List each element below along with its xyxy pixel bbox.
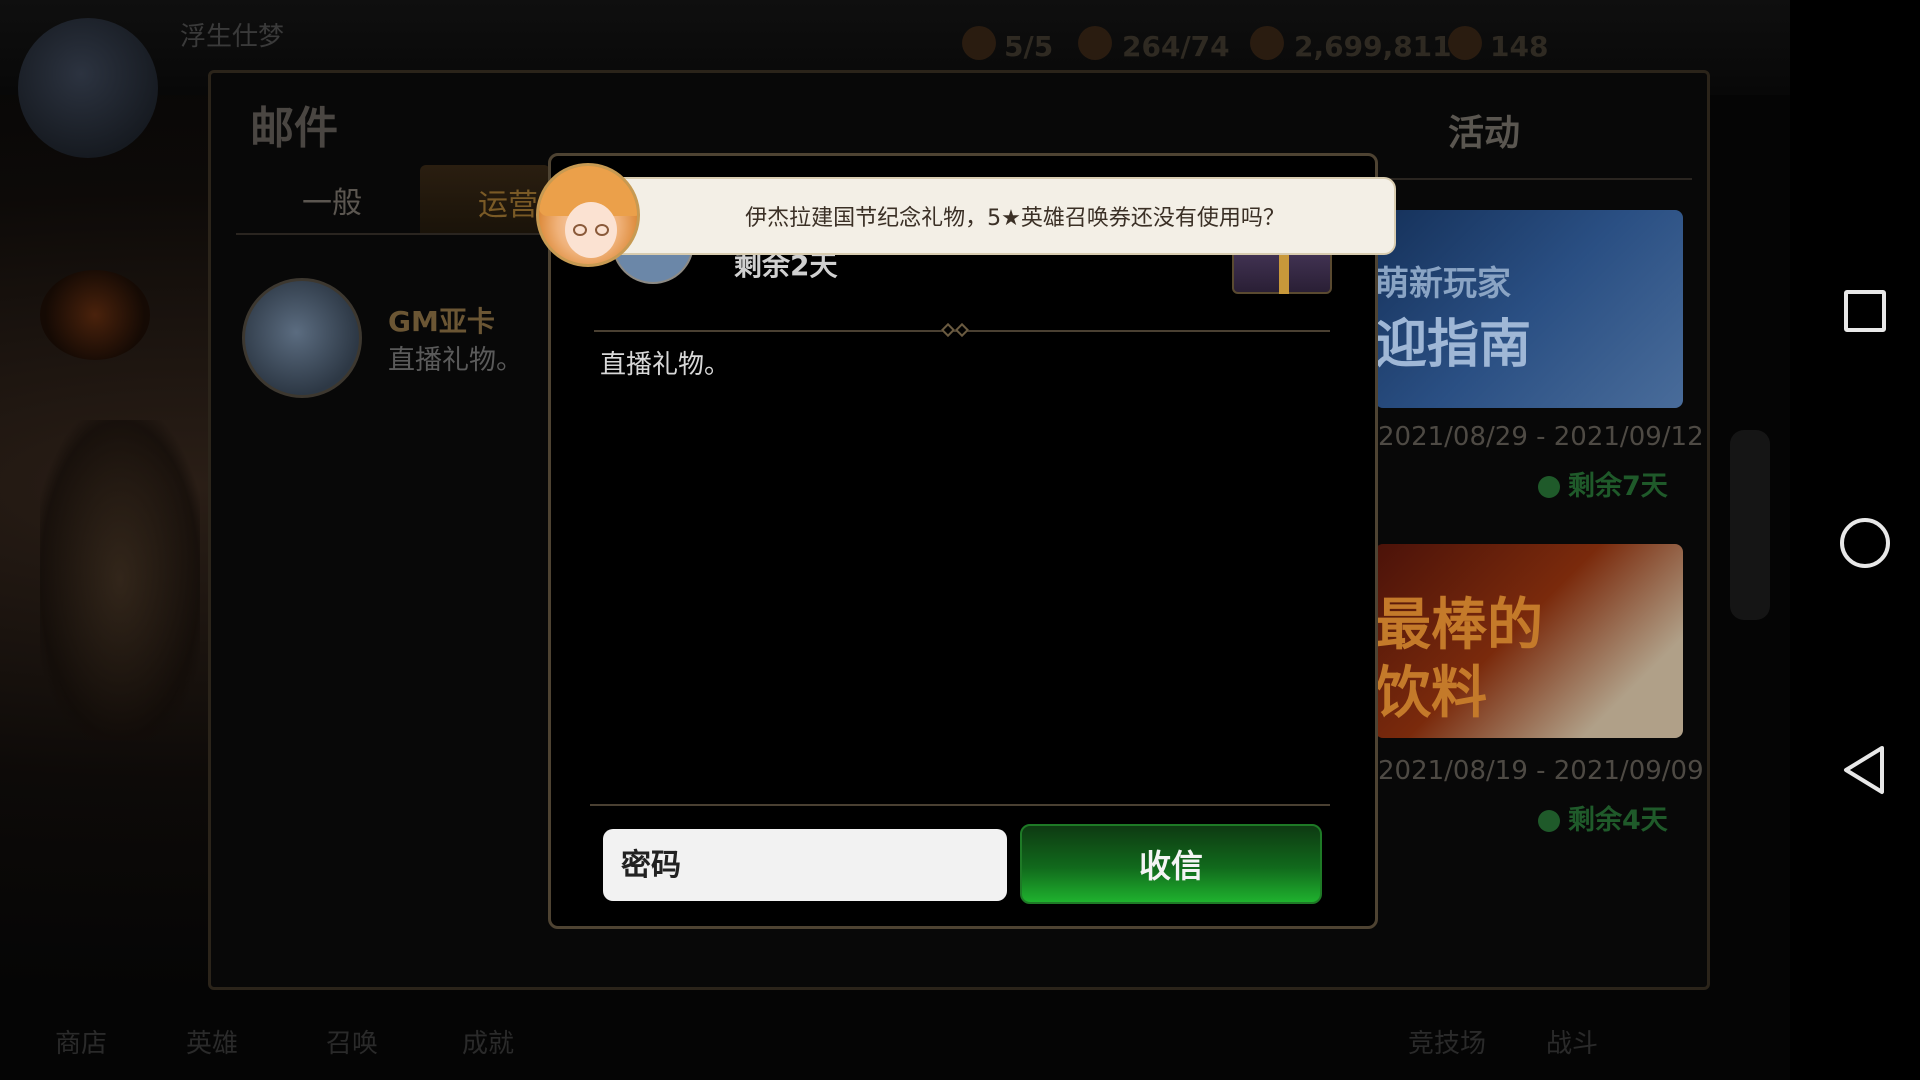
nav-achievement: 成就 [462, 1029, 515, 1059]
gem-count: 264/74 [1122, 30, 1230, 63]
event-date: 2021/08/29 - 2021/09/12 [1378, 422, 1704, 452]
side-panel-tab [1730, 430, 1770, 620]
tab-operations-label: 运营 [478, 188, 538, 223]
event-remaining-text: 剩余7天 [1568, 471, 1668, 502]
back-icon[interactable] [1840, 744, 1888, 796]
recents-icon[interactable] [1844, 290, 1886, 332]
nav-arena: 竞技场 [1408, 1029, 1487, 1059]
events-divider [1380, 178, 1692, 180]
player-avatar [18, 18, 158, 158]
event-remaining-text: 剩余4天 [1568, 805, 1668, 836]
mail-sender-name[interactable]: GM亚卡 [388, 300, 495, 340]
dialog-body-text: 直播礼物。 [600, 350, 731, 380]
gold-count: 2,699,811 [1294, 30, 1452, 63]
hero-figure [40, 420, 200, 740]
clock-icon [1538, 810, 1560, 832]
speech-bubble: 伊杰拉建国节纪念礼物，5★英雄召唤券还没有使用吗？ [604, 177, 1396, 255]
gem-icon [1078, 26, 1112, 60]
tab-general[interactable]: 一般 [302, 178, 362, 222]
tab-underline [236, 233, 566, 235]
mail-title: 邮件 [250, 103, 338, 154]
speech-bubble-text: 伊杰拉建国节纪念礼物，5★英雄召唤券还没有使用吗？ [745, 206, 1285, 231]
nav-summon: 召唤 [326, 1029, 379, 1059]
gold-icon [1250, 26, 1284, 60]
stamina-icon [962, 26, 996, 60]
bonus-icon [40, 270, 150, 360]
event-banner-line2: 饮料 [1375, 661, 1487, 726]
event-banner-line1: 萌新玩家 [1375, 264, 1511, 304]
nav-shop: 商店 [55, 1029, 108, 1059]
character-avatar [536, 163, 640, 267]
mail-preview[interactable]: 直播礼物。 [388, 338, 523, 377]
clock-icon [1538, 476, 1560, 498]
event-banner-line2: 迎指南 [1375, 315, 1532, 375]
event-remaining: 剩余4天 [1538, 798, 1668, 837]
ticket-count: 148 [1490, 30, 1549, 63]
player-name: 浮生仕梦 [180, 22, 285, 52]
collect-button[interactable]: 收信 [1020, 824, 1322, 904]
mail-sender-avatar[interactable] [242, 278, 362, 398]
character-eye [595, 224, 609, 236]
character-eye [573, 224, 587, 236]
events-title: 活动 [1448, 113, 1521, 154]
stamina-count: 5/5 [1004, 30, 1054, 63]
password-input[interactable] [603, 829, 1007, 901]
nav-battle: 战斗 [1546, 1029, 1599, 1059]
event-date: 2021/08/19 - 2021/09/09 [1378, 756, 1704, 786]
home-icon[interactable] [1840, 518, 1890, 568]
ticket-icon [1448, 26, 1482, 60]
nav-hero: 英雄 [186, 1029, 239, 1059]
dialog-divider-bottom [590, 804, 1330, 806]
event-remaining: 剩余7天 [1538, 464, 1668, 503]
